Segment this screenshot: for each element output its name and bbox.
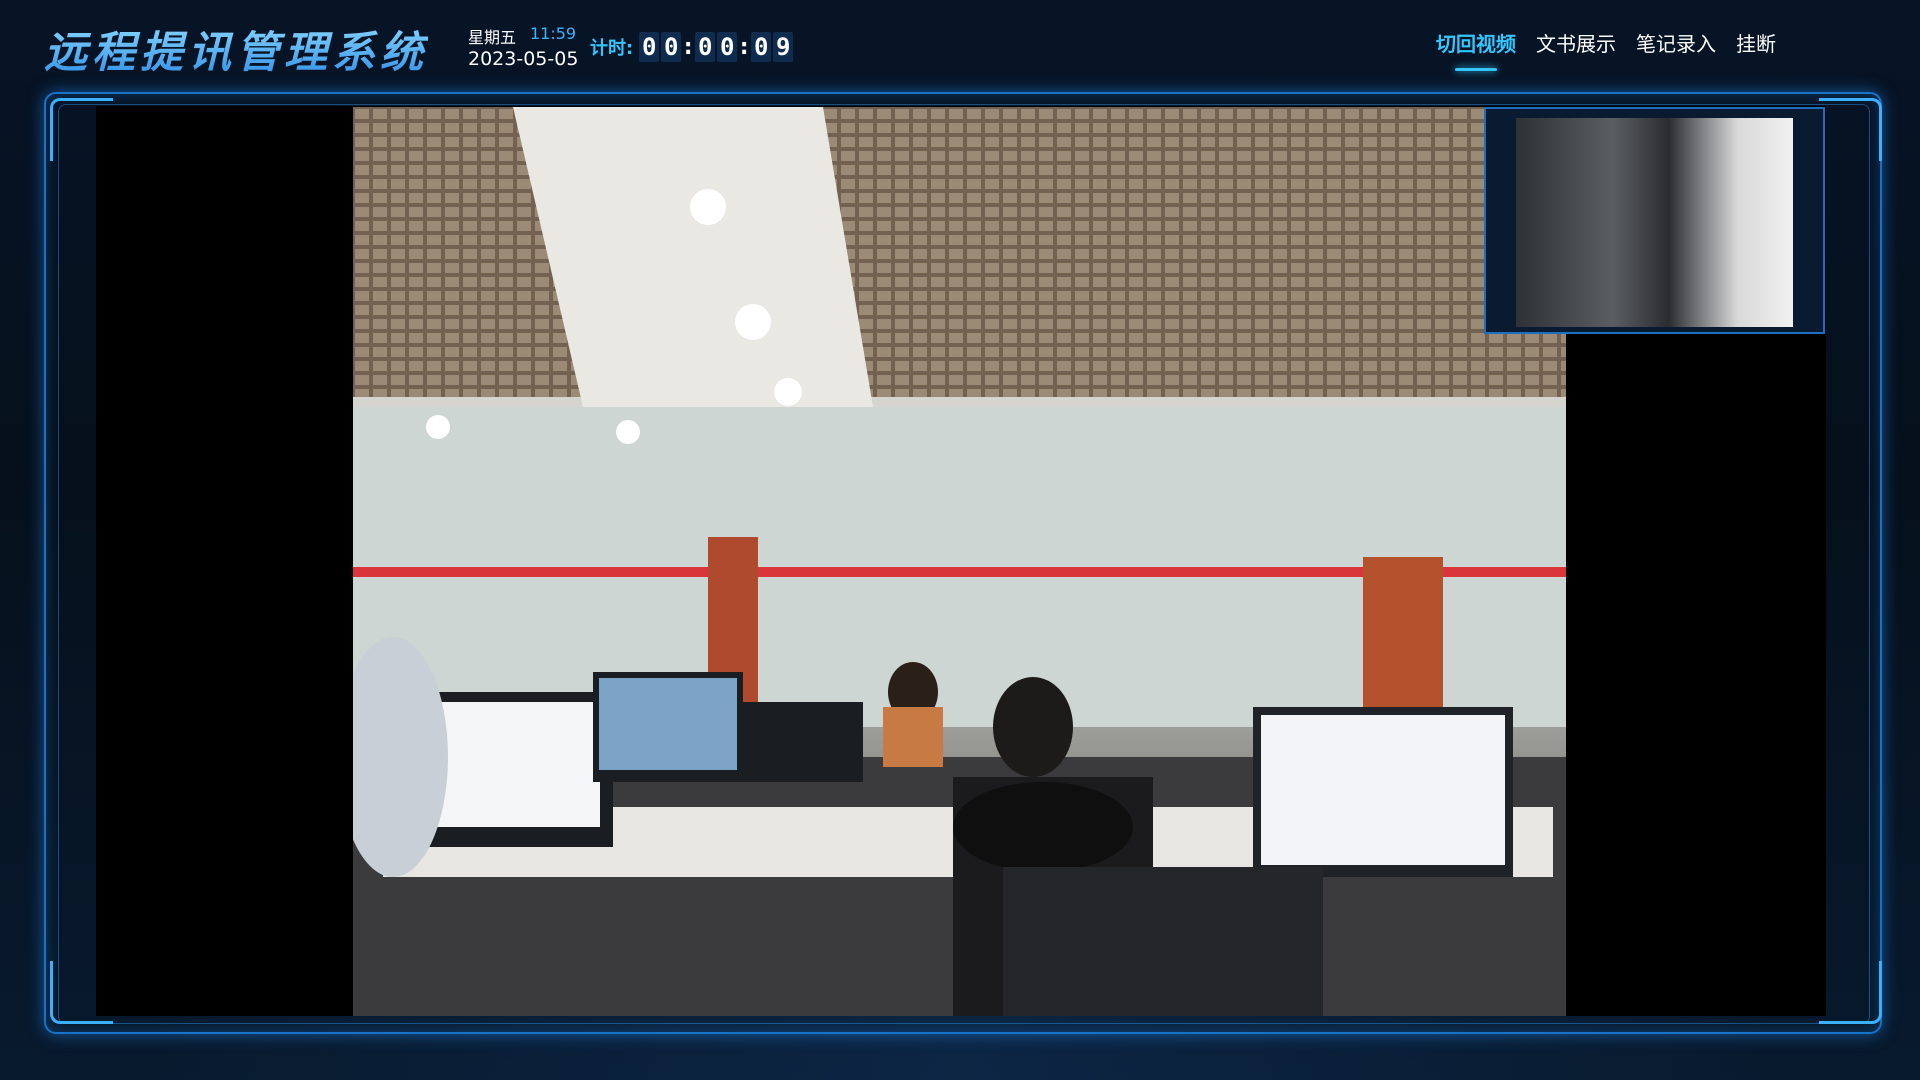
timer-label: 计时: — [590, 38, 634, 59]
top-nav: 切回视频 文书展示 笔记录入 挂断 — [1436, 28, 1776, 67]
timer-digit-minute-ones: 0 — [717, 32, 738, 62]
timer-digit-hour-tens: 0 — [639, 32, 660, 62]
clock: 星期五 11:59 2023-05-05 — [468, 24, 598, 74]
app-root: 远程提讯管理系统 星期五 11:59 2023-05-05 计时: 0 0 : … — [0, 0, 1920, 1080]
timer-digit-hour-ones: 0 — [661, 32, 682, 62]
nav-switch-video-button[interactable]: 切回视频 — [1436, 28, 1516, 67]
pip-video-image — [1516, 118, 1793, 327]
frame-corner-top-right — [1819, 98, 1882, 161]
timer-colon: : — [683, 34, 693, 60]
main-video-feed[interactable] — [353, 107, 1566, 1016]
nav-document-display-button[interactable]: 文书展示 — [1536, 28, 1616, 67]
call-timer: 计时: 0 0 : 0 0 : 0 9 — [590, 30, 795, 64]
timer-digit-second-ones: 9 — [773, 32, 794, 62]
weekday-label: 星期五 — [468, 28, 517, 47]
pip-video-feed[interactable] — [1484, 107, 1825, 334]
nav-notes-entry-button[interactable]: 笔记录入 — [1636, 28, 1716, 67]
timer-digits: 0 0 : 0 0 : 0 9 — [639, 32, 795, 62]
office-scene-image — [353, 107, 1566, 1016]
nav-hang-up-button[interactable]: 挂断 — [1736, 28, 1776, 67]
timer-colon: : — [739, 34, 749, 60]
timer-digit-second-tens: 0 — [751, 32, 772, 62]
date-label: 2023-05-05 — [468, 48, 579, 70]
time-label: 11:59 — [530, 24, 577, 43]
timer-digit-minute-tens: 0 — [695, 32, 716, 62]
app-title: 远程提讯管理系统 — [44, 18, 428, 80]
frame-corner-bottom-right — [1819, 961, 1882, 1024]
